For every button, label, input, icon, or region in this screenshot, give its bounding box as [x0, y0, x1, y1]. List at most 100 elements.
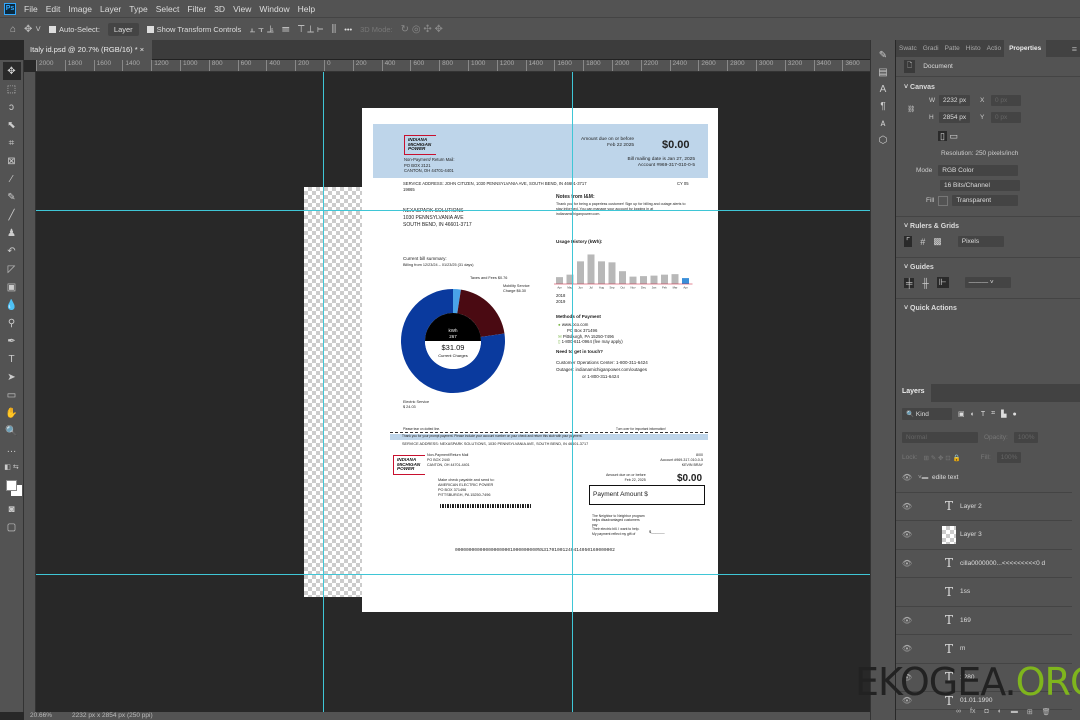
character-icon[interactable]: A: [880, 84, 887, 95]
guides-toggle-icon[interactable]: ╪: [904, 277, 915, 288]
adjustment-layer-icon[interactable]: ◐: [998, 708, 1002, 716]
more-options-button[interactable]: •••: [344, 25, 352, 34]
menu-image[interactable]: Image: [68, 4, 92, 14]
rectangle-tool-icon[interactable]: ▭: [3, 386, 21, 404]
filter-pixel-icon[interactable]: ▣: [958, 410, 965, 418]
menu-3d[interactable]: 3D: [214, 4, 225, 14]
tab-properties[interactable]: Properties: [1004, 40, 1047, 57]
link-icon[interactable]: ⛓: [907, 105, 915, 113]
auto-select-checkbox[interactable]: Auto-Select:: [49, 25, 100, 34]
guide-vertical[interactable]: [323, 72, 324, 712]
fill-swatch[interactable]: [938, 195, 949, 206]
menu-file[interactable]: File: [24, 4, 38, 14]
guide-style-select[interactable]: ——— ˅: [964, 277, 1011, 288]
layer-select[interactable]: Layer: [107, 22, 139, 36]
hand-tool-icon[interactable]: ✋: [3, 404, 21, 422]
layer-row-group[interactable]: 👁 ˅▬ edite text: [896, 464, 1072, 493]
tab-actions[interactable]: Actio: [984, 45, 1004, 52]
layer-kind-filter[interactable]: 🔍 Kind: [902, 408, 952, 420]
payment-amount-box[interactable]: Payment Amount $: [589, 485, 705, 505]
move-tool-icon[interactable]: ✥ ˅: [24, 24, 41, 35]
visibility-eye-icon[interactable]: 👁: [896, 530, 918, 539]
dodge-tool-icon[interactable]: ⚲: [3, 314, 21, 332]
layer-row[interactable]: 👁 T Layer 2: [896, 493, 1072, 521]
guide-horizontal[interactable]: [36, 574, 870, 575]
visibility-eye-icon[interactable]: 👁: [896, 502, 918, 511]
glyphs-icon[interactable]: ᴀ: [881, 118, 886, 129]
gradient-tool-icon[interactable]: ▣: [3, 278, 21, 296]
layer-row[interactable]: 👁 Layer 3: [896, 521, 1072, 550]
filter-type-icon[interactable]: T: [981, 411, 985, 418]
3d-tools-icons[interactable]: ↻ ◎ ✣ ✥: [401, 24, 443, 35]
tab-gradients[interactable]: Gradi: [920, 45, 942, 52]
healing-brush-icon[interactable]: ✎: [3, 188, 21, 206]
pen-tool-icon[interactable]: ✒: [3, 332, 21, 350]
pixel-grid-icon[interactable]: ▩: [933, 236, 942, 247]
rulers-toggle-icon[interactable]: ⌜: [904, 236, 913, 247]
filter-toggle-icon[interactable]: ●: [1012, 411, 1016, 418]
menu-view[interactable]: View: [233, 4, 251, 14]
marquee-tool-icon[interactable]: ⬚: [3, 80, 21, 98]
3d-icon[interactable]: ⬡: [879, 135, 888, 146]
panel-menu-icon[interactable]: ≡: [1069, 44, 1080, 54]
lasso-tool-icon[interactable]: ↄ: [3, 98, 21, 116]
default-colors-icon[interactable]: ◧ ⇆: [3, 458, 21, 476]
close-tab-icon[interactable]: ×: [140, 45, 144, 54]
bit-depth-select[interactable]: 16 Bits/Channel: [940, 180, 1020, 191]
menu-select[interactable]: Select: [156, 4, 180, 14]
layer-fill-field[interactable]: 100%: [996, 452, 1022, 463]
blur-tool-icon[interactable]: 💧: [3, 296, 21, 314]
mode-select[interactable]: RGB Color: [938, 165, 1019, 176]
layer-row[interactable]: 👁 Tcilla0000000...<<<<<<<<<0 d: [896, 550, 1072, 578]
brush-tool-icon[interactable]: ╱: [3, 206, 21, 224]
opacity-field[interactable]: 100%: [1013, 432, 1039, 443]
x-field[interactable]: 0 px: [991, 95, 1021, 106]
width-field[interactable]: 2232 px: [939, 95, 971, 106]
canvas-section-header[interactable]: ˅ Canvas: [896, 84, 1080, 91]
units-select[interactable]: Pixels: [957, 236, 1004, 247]
show-transform-checkbox[interactable]: Show Transform Controls: [146, 25, 241, 34]
tab-patterns[interactable]: Patte: [942, 45, 963, 52]
menu-layer[interactable]: Layer: [100, 4, 121, 14]
mask-icon[interactable]: ◘: [984, 708, 988, 716]
tab-layers[interactable]: Layers: [896, 384, 931, 402]
layer-row[interactable]: T 1ss: [896, 578, 1072, 607]
home-icon[interactable]: ⌂: [10, 24, 16, 35]
filter-smart-icon[interactable]: ▙: [1001, 410, 1006, 418]
grid-toggle-icon[interactable]: #: [920, 237, 925, 247]
zoom-level[interactable]: 20.66%: [30, 712, 52, 719]
guide-horizontal[interactable]: [36, 210, 870, 211]
filter-adjustment-icon[interactable]: ◐: [971, 411, 975, 418]
zoom-tool-icon[interactable]: 🔍: [3, 422, 21, 440]
paragraph-icon[interactable]: ¶: [880, 101, 885, 112]
menu-help[interactable]: Help: [298, 4, 315, 14]
layer-row[interactable]: 👁 T 169: [896, 607, 1072, 635]
filter-shape-icon[interactable]: ⌗: [991, 410, 995, 418]
align-icons[interactable]: ⫠ ⫟ ⫡ ☰ ⊤ ⊥ ⊢ ⫼: [249, 24, 336, 35]
delete-layer-icon[interactable]: 🗑: [1042, 708, 1051, 716]
menu-edit[interactable]: Edit: [46, 4, 61, 14]
lock-guides-icon[interactable]: ╫: [922, 278, 928, 288]
frame-tool-icon[interactable]: ⊠: [3, 152, 21, 170]
fx-icon[interactable]: fx: [970, 708, 975, 716]
guides-header[interactable]: ˅ Guides: [896, 257, 1080, 271]
move-tool-icon[interactable]: ✥: [2, 62, 21, 80]
document-bill-page[interactable]: INDIANA MICHIGAN POWER Non-Payment/ Return…: [362, 108, 718, 612]
object-select-tool-icon[interactable]: ⬉: [3, 116, 21, 134]
tab-history[interactable]: Histo: [963, 45, 984, 52]
menu-window[interactable]: Window: [259, 4, 289, 14]
visibility-eye-icon[interactable]: 👁: [896, 644, 918, 653]
crop-tool-icon[interactable]: ⌗: [3, 134, 21, 152]
menu-filter[interactable]: Filter: [187, 4, 206, 14]
blend-mode-select[interactable]: Normal: [902, 432, 978, 443]
history-brush-icon[interactable]: ↶: [3, 242, 21, 260]
rulers-grids-header[interactable]: ˅ Rulers & Grids: [896, 216, 1080, 230]
y-field[interactable]: 0 px: [991, 112, 1021, 123]
landscape-orientation-icon[interactable]: ▭: [949, 131, 958, 141]
document-tab[interactable]: Italy id.psd @ 20.7% (RGB/16) * ×: [24, 40, 152, 60]
new-group-icon[interactable]: ▬: [1011, 708, 1018, 716]
visibility-eye-icon[interactable]: 👁: [896, 473, 918, 482]
edit-toolbar-icon[interactable]: …: [3, 440, 21, 458]
stamp-tool-icon[interactable]: ♟: [3, 224, 21, 242]
path-select-icon[interactable]: ➤: [3, 368, 21, 386]
